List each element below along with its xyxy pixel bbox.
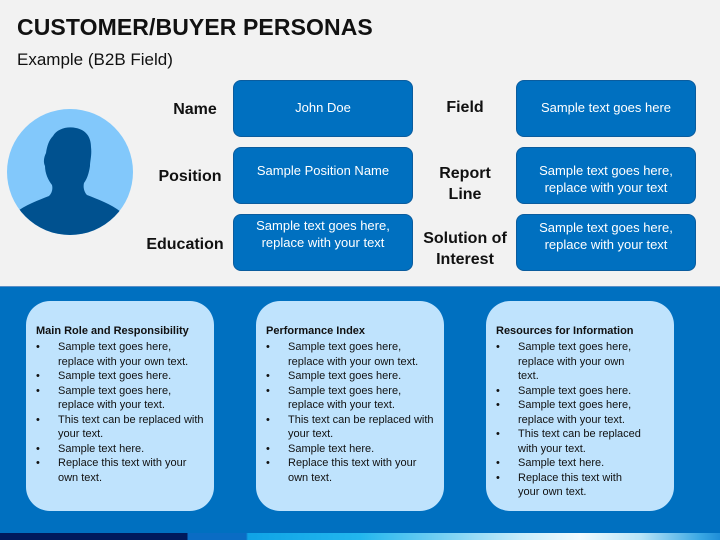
solution-label-line2: Interest: [436, 251, 494, 268]
list-item: • This text can be replaced with your tex…: [266, 413, 436, 442]
bullet-icon: •: [36, 442, 40, 455]
bullet-icon: •: [496, 384, 500, 397]
bullet-icon: •: [266, 413, 270, 426]
card-title: Performance Index: [266, 325, 366, 337]
bullet-icon: •: [266, 457, 270, 469]
card-performance-index: Performance Index • Sample text goes here…: [256, 301, 444, 511]
position-label-text: Position: [158, 168, 222, 185]
solution-of-interest-field[interactable]: Sample text goes here, replace with your…: [516, 214, 696, 271]
name-label-text: Name: [173, 101, 217, 118]
page-title: CUSTOMER/BUYER PERSONAS: [17, 14, 373, 40]
report-line-field[interactable]: Sample text goes here, replace with your…: [516, 147, 696, 204]
field-label: Field: [420, 97, 510, 118]
bullet-icon: •: [36, 341, 40, 353]
list-item: • Sample text here.: [36, 442, 206, 457]
list-item: • This text can be replaced with your tex…: [496, 427, 644, 456]
list-item-text: Sample text here.: [518, 457, 605, 469]
list-item: • Replace this text with your own text.: [496, 471, 644, 500]
field-field[interactable]: Sample text goes here: [516, 80, 696, 137]
bullet-icon: •: [496, 341, 500, 353]
education-value-line1: Sample text goes here,: [256, 218, 390, 233]
list-item: • Sample text goes here, replace with you…: [266, 340, 436, 369]
education-field[interactable]: Sample text goes here, replace with your…: [233, 214, 413, 271]
list-item-text: Replace this text with your own text.: [518, 471, 622, 499]
name-value: John Doe: [295, 100, 351, 115]
bullet-icon: •: [496, 428, 500, 440]
solution-of-interest-label: Solution of Interest: [415, 228, 515, 270]
list-item-text: This text can be replaced with your text…: [58, 413, 204, 441]
card-title: Resources for Information: [496, 325, 634, 337]
position-label: Position: [150, 166, 230, 187]
position-field[interactable]: Sample Position Name: [233, 147, 413, 204]
card-list: • Sample text goes here, replace with you…: [36, 340, 206, 485]
report-line-label: Report Line: [420, 163, 510, 205]
list-item-text: Replace this text with your own text.: [58, 457, 187, 484]
list-item: • Sample text goes here, replace with you…: [496, 340, 644, 384]
name-label: Name: [160, 99, 230, 120]
card-list: • Sample text goes here, replace with you…: [496, 340, 666, 500]
list-item-text: Sample text here.: [288, 442, 375, 455]
list-item: • Sample text goes here.: [36, 369, 206, 384]
bullet-icon: •: [266, 341, 270, 353]
list-item-text: Sample text goes here, replace with your…: [288, 384, 402, 412]
list-item-text: Sample text goes here.: [518, 384, 632, 397]
solution-value-line1: Sample text goes here,: [539, 220, 673, 235]
list-item-text: Sample text goes here, replace with your…: [518, 399, 632, 426]
education-value-line2: replace with your text: [261, 235, 385, 250]
list-item: • Sample text goes here, replace with you…: [36, 384, 206, 413]
report-line-value-line1: Sample text goes here,: [539, 163, 673, 178]
bullet-icon: •: [36, 384, 40, 397]
bullet-icon: •: [496, 471, 500, 484]
list-item-text: Sample text here.: [58, 442, 145, 455]
bullet-icon: •: [36, 457, 40, 469]
bullet-icon: •: [36, 413, 40, 426]
list-item: • Sample text goes here.: [266, 369, 436, 384]
list-item: • Sample text here.: [496, 456, 644, 471]
bullet-icon: •: [266, 384, 270, 397]
footer-gradient-strip: [0, 533, 720, 540]
name-field[interactable]: John Doe: [233, 80, 413, 137]
list-item: • Replace this text with your own text.: [36, 456, 206, 485]
page-subtitle: Example (B2B Field): [17, 50, 173, 69]
list-item-text: Replace this text with your own text.: [288, 457, 417, 484]
card-resources: Resources for Information • Sample text g…: [486, 301, 674, 511]
list-item: • Sample text here.: [266, 442, 436, 457]
report-line-value-line2: replace with your text: [544, 180, 668, 195]
list-item-text: Sample text goes here, replace with your…: [518, 341, 632, 382]
field-label-text: Field: [446, 99, 484, 116]
field-value: Sample text goes here: [540, 100, 672, 115]
bullet-icon: •: [266, 370, 270, 382]
bullet-icon: •: [36, 370, 40, 382]
list-item: • Replace this text with your own text.: [266, 456, 436, 485]
list-item-text: Sample text goes here.: [288, 370, 402, 382]
card-main-role: Main Role and Responsibility • Sample tex…: [26, 301, 214, 511]
list-item-text: Sample text goes here, replace with your…: [288, 341, 419, 368]
card-title: Main Role and Responsibility: [36, 325, 189, 337]
solution-value-line2: replace with your text: [544, 237, 668, 252]
education-label: Education: [140, 234, 230, 255]
solution-label-line1: Solution of: [423, 230, 507, 247]
list-item-text: This text can be replaced with your text…: [288, 413, 434, 441]
report-line-label-line2: Line: [448, 186, 482, 203]
list-item: • This text can be replaced with your tex…: [36, 413, 206, 442]
list-item: • Sample text goes here.: [496, 384, 644, 399]
list-item: • Sample text goes here, replace with you…: [496, 398, 644, 427]
list-item-text: This text can be replaced with your text…: [518, 428, 641, 455]
bullet-icon: •: [266, 442, 270, 455]
person-silhouette-icon: [7, 109, 133, 235]
list-item-text: Sample text goes here, replace with your…: [58, 341, 189, 368]
bullet-icon: •: [496, 457, 500, 469]
list-item: • Sample text goes here, replace with you…: [266, 384, 436, 413]
bullet-icon: •: [496, 399, 500, 411]
list-item: • Sample text goes here, replace with you…: [36, 340, 206, 369]
position-value: Sample Position Name: [256, 163, 390, 178]
education-label-text: Education: [146, 236, 224, 253]
report-line-label-line1: Report: [439, 165, 491, 182]
list-item-text: Sample text goes here, replace with your…: [58, 384, 172, 412]
list-item-text: Sample text goes here.: [58, 370, 172, 382]
card-list: • Sample text goes here, replace with you…: [266, 340, 436, 485]
